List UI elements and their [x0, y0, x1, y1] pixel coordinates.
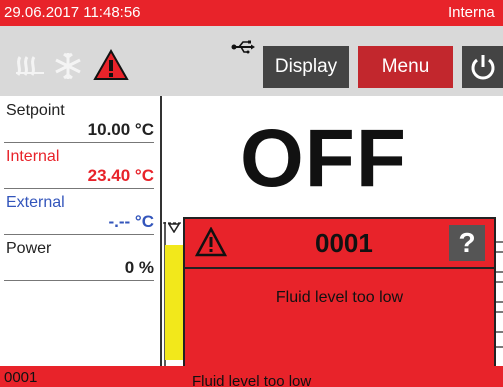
external-label: External	[6, 194, 65, 211]
power-label: Power	[6, 240, 52, 257]
internal-label: Internal	[6, 148, 60, 165]
bottom-alarm-message: Fluid level too low	[192, 373, 312, 387]
heating-icon	[16, 56, 44, 76]
internal-row: Internal 23.40 °C	[4, 146, 154, 189]
power-row: Power 0 %	[4, 238, 154, 281]
display-button[interactable]: Display	[263, 46, 349, 88]
usb-icon	[231, 40, 255, 54]
cooling-icon	[55, 52, 81, 80]
readings-panel: Setpoint 10.00 °C Internal 23.40 °C Exte…	[0, 96, 162, 366]
bottom-status-bar: 0001 Fluid level too low	[0, 366, 503, 387]
sensor-label: Interna	[448, 4, 495, 21]
setpoint-label: Setpoint	[6, 102, 65, 119]
graph-ticks	[496, 241, 503, 348]
menu-button[interactable]: Menu	[358, 46, 453, 88]
alarm-warning-icon	[195, 227, 227, 257]
alarm-dialog-header: 0001 ?	[185, 219, 494, 269]
power-icon	[471, 55, 494, 80]
status-bar: 29.06.2017 11:48:56 Interna	[0, 0, 503, 26]
main-status: OFF	[240, 113, 407, 204]
internal-value: 23.40 °C	[87, 166, 154, 185]
alarm-message: Fluid level too low	[275, 289, 404, 306]
external-row: External -.-- °C	[4, 192, 154, 235]
warning-icon	[93, 49, 129, 80]
level-marker-icon	[168, 223, 180, 233]
datetime: 29.06.2017 11:48:56	[4, 4, 141, 21]
bottom-alarm-code: 0001	[4, 369, 38, 386]
alarm-help-button[interactable]: ?	[449, 225, 485, 261]
external-value: -.-- °C	[108, 212, 154, 231]
alarm-dialog[interactable]: 0001 ? Fluid level too low	[183, 217, 496, 369]
alarm-code: 0001	[315, 228, 373, 258]
power-value: 0 %	[124, 258, 154, 277]
power-button[interactable]	[462, 46, 503, 88]
setpoint-value: 10.00 °C	[87, 120, 154, 139]
setpoint-row[interactable]: Setpoint 10.00 °C	[4, 100, 154, 143]
fluid-level-bar	[165, 245, 183, 360]
